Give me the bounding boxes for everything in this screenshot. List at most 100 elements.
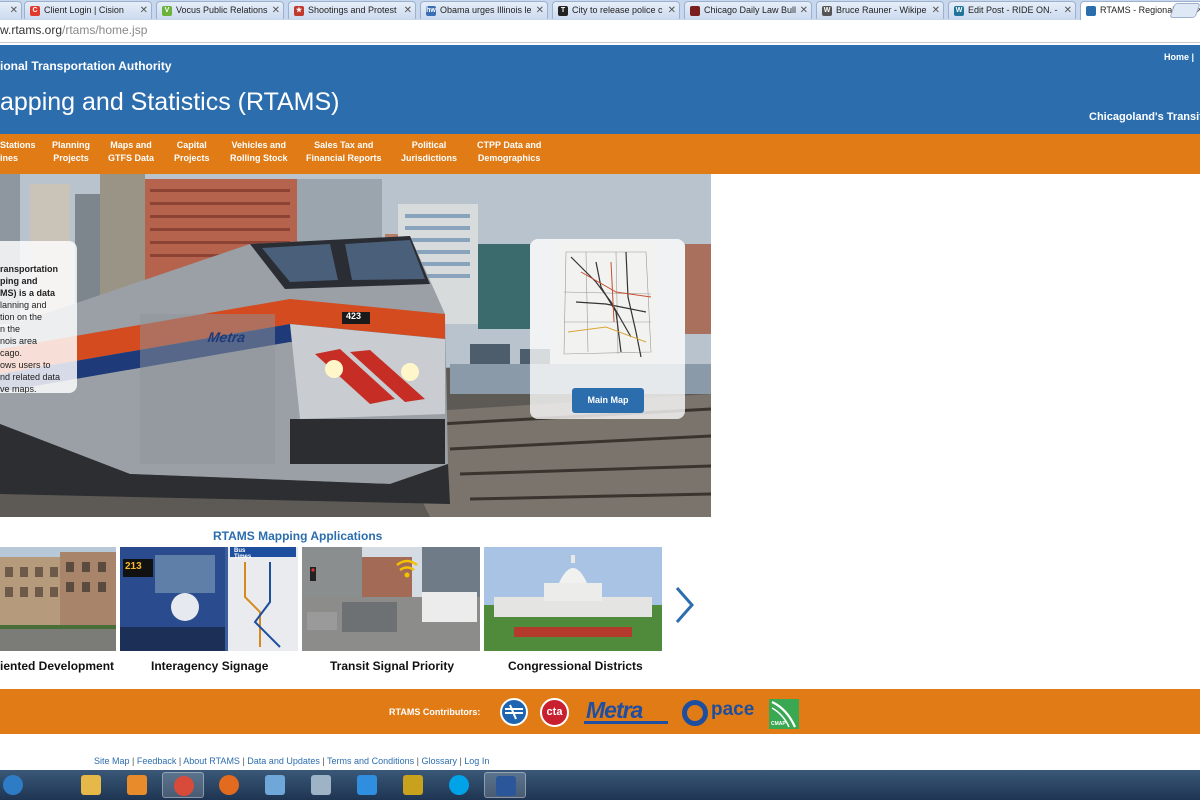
districts-photo (484, 547, 662, 651)
tab-title: Shootings and Protest (308, 5, 397, 15)
metra-logo-underline (584, 721, 668, 724)
metra-logo[interactable]: Metra (584, 697, 670, 725)
chart-app-icon (403, 775, 423, 795)
close-tab-icon[interactable]: ✕ (10, 2, 18, 19)
browser-tab[interactable]: V Vocus Public Relations ✕ (156, 1, 284, 19)
intro-text-line: MS) is a data (0, 288, 56, 298)
nav-item[interactable]: Sales Tax and Financial Reports (306, 139, 382, 165)
address-bar[interactable]: w.rtams.org/rtams/home.jsp (0, 20, 1200, 43)
browser-tab[interactable]: Chicago Daily Law Bull ✕ (684, 1, 812, 19)
cmap-logo-text: CMAP (771, 721, 786, 727)
tab-title: Obama urges Illinois le (440, 5, 532, 15)
browser-tab[interactable]: W Bruce Rauner - Wikipe ✕ (816, 1, 944, 19)
nav-item-line1: Maps and (110, 140, 152, 150)
pace-logo[interactable]: pace (682, 699, 760, 727)
url-host: w.rtams.org (0, 23, 63, 37)
new-tab-button[interactable] (1169, 3, 1200, 18)
internet-explorer-icon (357, 775, 377, 795)
close-tab-icon[interactable]: ✕ (1064, 2, 1072, 19)
mapping-applications-title: RTAMS Mapping Applications (213, 529, 383, 543)
footer-link[interactable]: Terms and Conditions (327, 756, 414, 766)
pace-logo-text: pace (711, 699, 755, 720)
intro-text-line: tion on the (0, 312, 43, 322)
nav-item[interactable]: Maps and GTFS Data (108, 139, 154, 165)
site-title: apping and Statistics (RTAMS) (0, 88, 340, 116)
cta-logo[interactable]: cta (540, 698, 569, 727)
close-tab-icon[interactable]: ✕ (800, 2, 808, 19)
close-tab-icon[interactable]: ✕ (404, 2, 412, 19)
nav-item[interactable]: Capital Projects (174, 139, 210, 165)
signage-photo (120, 547, 298, 651)
notepad-taskbar-button[interactable] (254, 772, 296, 798)
nav-item[interactable]: Stations ines (0, 139, 36, 165)
browser-tab[interactable]: ✕ (0, 1, 22, 19)
hw-icon: hw (426, 6, 436, 16)
nav-item[interactable]: Political Jurisdictions (401, 139, 457, 165)
tod-photo (0, 547, 116, 651)
nav-item[interactable]: Vehicles and Rolling Stock (230, 139, 288, 165)
app-caption-signage[interactable]: Interagency Signage (151, 659, 268, 673)
cmap-logo[interactable]: CMAP (769, 699, 799, 729)
calculator-taskbar-button[interactable] (300, 772, 342, 798)
skype-taskbar-button[interactable] (438, 772, 480, 798)
nav-item-line2: Demographics (477, 153, 541, 163)
main-map-button[interactable]: Main Map (572, 388, 644, 413)
contributors-bar: RTAMS Contributors: cta Metra pace CMAP (0, 689, 1200, 734)
ie-taskbar-button[interactable] (346, 772, 388, 798)
intro-text-line: cago. (0, 348, 23, 358)
nav-item[interactable]: Planning Projects (52, 139, 90, 165)
chrome-taskbar-button[interactable] (162, 772, 204, 798)
news-icon: ★ (294, 6, 304, 16)
close-tab-icon[interactable]: ✕ (668, 2, 676, 19)
home-link[interactable]: Home | (1164, 52, 1194, 62)
browser-tab[interactable]: ★ Shootings and Protest ✕ (288, 1, 416, 19)
footer-link[interactable]: Feedback (137, 756, 177, 766)
rta-logo[interactable] (500, 698, 528, 726)
nav-item-line2: Projects (174, 153, 210, 163)
notepad-icon (265, 775, 285, 795)
system-map-thumbnail[interactable] (556, 242, 658, 362)
nav-item[interactable]: CTPP Data and Demographics (477, 139, 541, 165)
footer-link[interactable]: Data and Updates (247, 756, 320, 766)
word-taskbar-button[interactable] (484, 772, 526, 798)
train-number: 423 (346, 311, 362, 321)
nav-item-line1: Political (411, 140, 447, 150)
url-field[interactable]: w.rtams.org/rtams/home.jsp (0, 23, 147, 37)
intro-text-line: nd related data (0, 372, 61, 382)
app-caption-tod[interactable]: iented Development (0, 659, 114, 673)
app-caption-districts[interactable]: Congressional Districts (508, 659, 643, 673)
explorer-taskbar-button[interactable] (70, 772, 112, 798)
start-button[interactable] (2, 772, 24, 798)
browser-tab[interactable]: hw Obama urges Illinois le ✕ (420, 1, 548, 19)
app-taskbar-button[interactable] (392, 772, 434, 798)
skype-icon (449, 775, 469, 795)
footer-link[interactable]: Glossary (421, 756, 457, 766)
nav-item-line2: ines (0, 153, 19, 163)
metra-logo-text: Metra (586, 697, 643, 723)
tsp-photo (302, 547, 480, 651)
browser-tab[interactable]: C Client Login | Cision ✕ (24, 1, 152, 19)
system-map-graphic (556, 242, 658, 362)
app-caption-tsp[interactable]: Transit Signal Priority (330, 659, 454, 673)
footer-separator: | (129, 756, 137, 766)
contributors-label: RTAMS Contributors: (389, 707, 481, 717)
word-icon (496, 776, 516, 796)
close-tab-icon[interactable]: ✕ (932, 2, 940, 19)
firefox-taskbar-button[interactable] (208, 772, 250, 798)
outlook-taskbar-button[interactable] (116, 772, 158, 798)
close-tab-icon[interactable]: ✕ (536, 2, 544, 19)
nav-item-line1: Stations (0, 140, 36, 150)
footer-link[interactable]: About RTAMS (183, 756, 240, 766)
tab-title: Edit Post - RIDE ON. - (968, 5, 1058, 15)
browser-tab[interactable]: W Edit Post - RIDE ON. - ✕ (948, 1, 1076, 19)
organization-name: ional Transportation Authority (0, 59, 172, 73)
carousel-next-arrow-icon[interactable] (672, 585, 696, 625)
browser-tab[interactable]: T City to release police c ✕ (552, 1, 680, 19)
footer-link[interactable]: Site Map (94, 756, 130, 766)
rta-logo-graphic (505, 704, 523, 720)
nav-item-line2: Jurisdictions (401, 153, 458, 163)
bus-times-sign-title: Bus Times (234, 548, 252, 560)
close-tab-icon[interactable]: ✕ (140, 2, 148, 19)
close-tab-icon[interactable]: ✕ (272, 2, 280, 19)
footer-link[interactable]: Log In (464, 756, 489, 766)
